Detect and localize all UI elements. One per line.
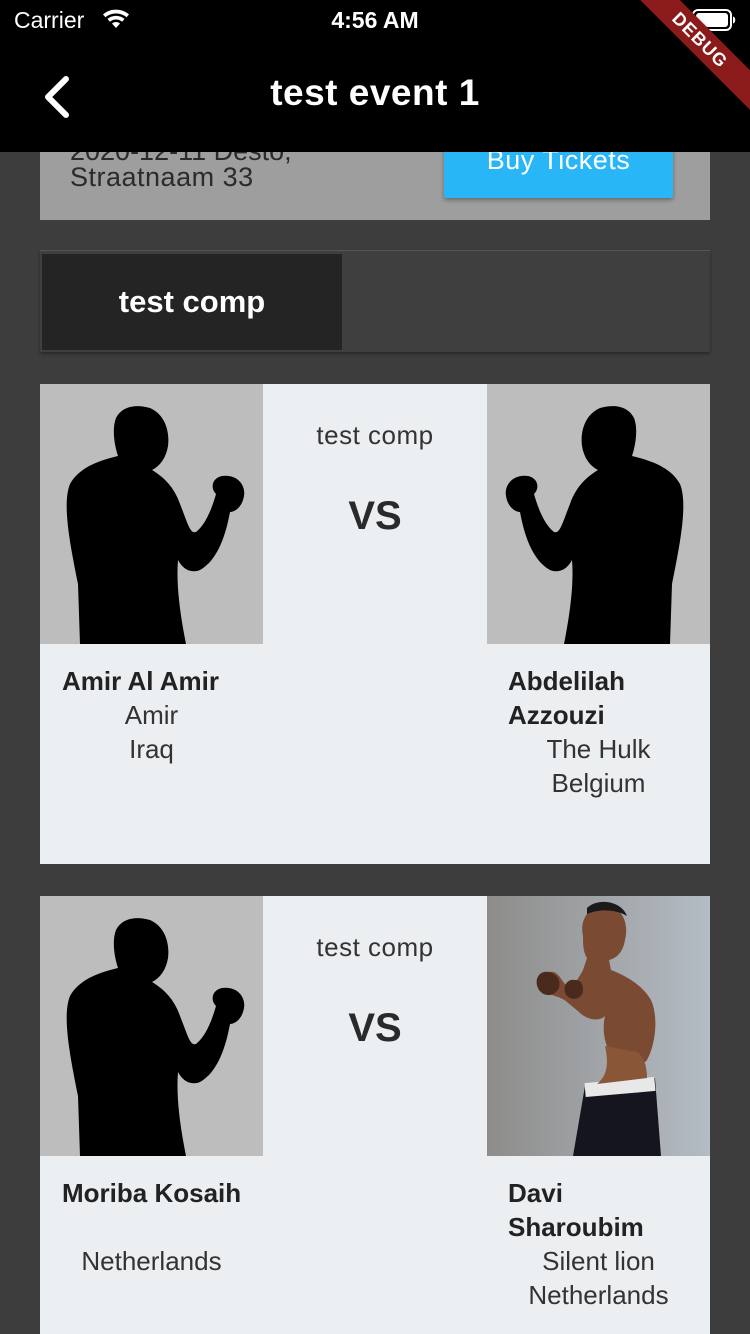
event-address: Straatnaam 33 xyxy=(70,162,254,192)
fighter-name: Abdelilah Azzouzi xyxy=(508,666,626,730)
fighter-info-left: Amir Al Amir Amir Iraq xyxy=(40,664,263,766)
fighter-nickname: Silent lion xyxy=(542,1246,655,1276)
competition-tabs: test comp xyxy=(40,250,710,352)
fighter-nickname: The Hulk xyxy=(546,734,651,764)
fighter-info-left: Moriba Kosaih Netherlands xyxy=(40,1176,263,1278)
fighter-silhouette-image xyxy=(40,384,263,644)
vs-label: VS xyxy=(348,1006,402,1050)
fighter-name: Amir Al Amir xyxy=(62,666,219,696)
competition-label: test comp xyxy=(316,420,434,450)
tab-test-comp[interactable]: test comp xyxy=(42,254,342,350)
fighter-nickname xyxy=(40,1210,263,1244)
vs-label: VS xyxy=(348,494,402,538)
fight-card[interactable]: test comp VS Moriba Kosaih Netherlands D… xyxy=(40,896,710,1334)
fighter-country: Netherlands xyxy=(81,1246,222,1276)
fighter-country: Netherlands xyxy=(528,1280,669,1310)
event-scroll-view[interactable]: 2020-12-11 Desto, Straatnaam 33 Buy Tick… xyxy=(0,0,750,1334)
status-bar: Carrier 4:56 AM xyxy=(0,0,750,40)
fighter-info-right: Davi Sharoubim Silent lion Netherlands xyxy=(487,1176,710,1312)
fighter-info-right: Abdelilah Azzouzi The Hulk Belgium xyxy=(487,664,710,800)
fight-card[interactable]: test comp VS Amir Al Amir Amir Iraq Abde… xyxy=(40,384,710,864)
fighter-photo xyxy=(487,896,710,1156)
fighter-name: Moriba Kosaih xyxy=(62,1178,242,1208)
status-time: 4:56 AM xyxy=(331,7,419,33)
fighter-silhouette-image xyxy=(40,896,263,1156)
page-title: test event 1 xyxy=(270,72,480,113)
competition-label: test comp xyxy=(316,932,434,962)
fighter-silhouette-image xyxy=(487,384,710,644)
fighter-name: Davi Sharoubim xyxy=(508,1178,644,1242)
fighter-nickname: Amir xyxy=(124,700,179,730)
fighter-country: Belgium xyxy=(551,768,646,798)
app-bar: Carrier 4:56 AM test event 1 DEBUG xyxy=(0,0,750,152)
fighter-country: Iraq xyxy=(129,734,174,764)
